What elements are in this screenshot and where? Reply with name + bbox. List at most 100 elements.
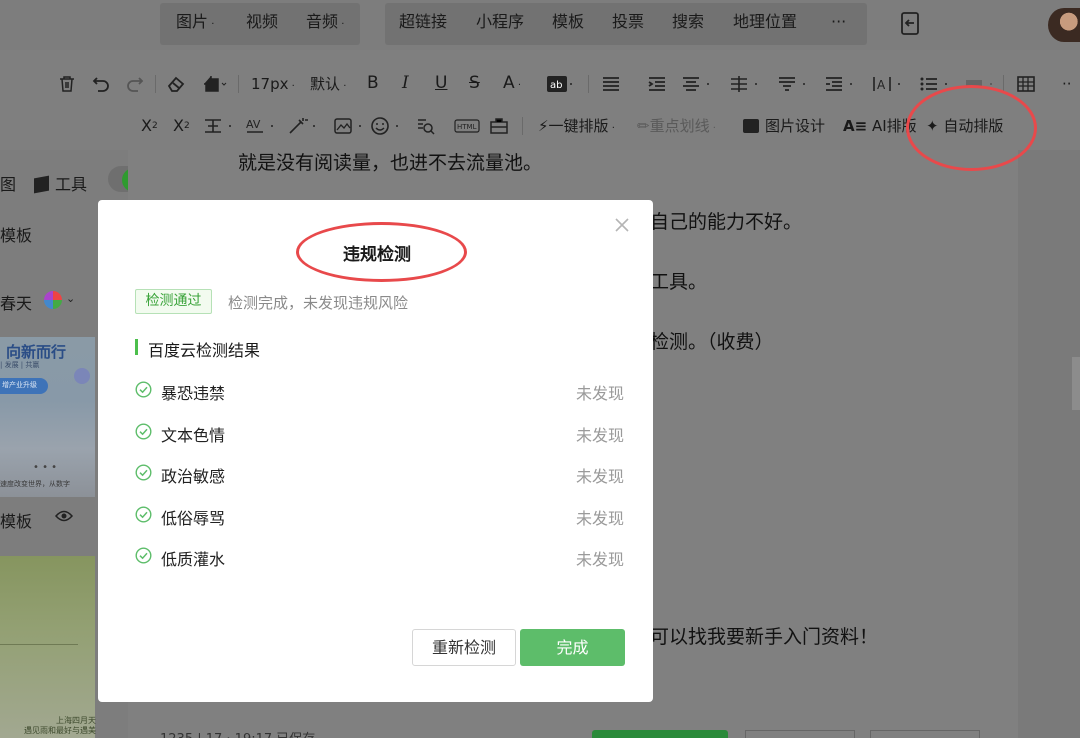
editor-paragraph[interactable]: 工具。 bbox=[650, 267, 707, 294]
redo-icon[interactable] bbox=[126, 75, 144, 93]
template-section-label: 模板 bbox=[0, 226, 33, 245]
insert-audio-menu[interactable]: 音频 · bbox=[306, 13, 344, 34]
font-family-select[interactable]: 默认 · bbox=[310, 75, 346, 96]
svg-text:A: A bbox=[877, 78, 886, 92]
check-item-label: 低俗辱骂 bbox=[161, 509, 226, 528]
bold-icon[interactable]: B bbox=[367, 74, 379, 92]
insert-search-menu[interactable]: 搜索 bbox=[672, 13, 704, 31]
image-design-button[interactable]: 图片设计 bbox=[743, 117, 825, 135]
preview-button[interactable] bbox=[870, 730, 980, 738]
publish-button[interactable] bbox=[592, 730, 728, 738]
paragraph-format-icon[interactable] bbox=[203, 117, 235, 135]
emoji-icon[interactable] bbox=[370, 117, 402, 135]
tools-tab[interactable]: 工具 bbox=[34, 171, 87, 195]
check-circle-icon bbox=[135, 506, 152, 523]
check-item-label: 政治敏感 bbox=[161, 467, 226, 486]
close-icon[interactable] bbox=[613, 216, 631, 234]
thumbnail-pill-text: 增产业升级 bbox=[2, 381, 37, 389]
preview-eye-icon[interactable] bbox=[54, 508, 74, 527]
right-sidebar bbox=[1018, 150, 1080, 738]
more-tools-button[interactable]: ·· bbox=[1062, 75, 1072, 93]
strikethrough-icon[interactable]: S bbox=[469, 74, 480, 92]
check-circle-icon bbox=[135, 547, 152, 564]
font-color-icon[interactable]: A · bbox=[503, 74, 521, 95]
letter-spacing-av-icon[interactable]: AV bbox=[245, 117, 277, 135]
table-icon[interactable] bbox=[1016, 75, 1036, 93]
html-icon[interactable]: HTML bbox=[454, 117, 480, 135]
check-item-result: 未发现 bbox=[576, 384, 625, 403]
editor-paragraph[interactable]: 检测。（收费） bbox=[650, 327, 774, 354]
done-button[interactable]: 完成 bbox=[520, 629, 625, 666]
thumbnail-subtitle: | 发展 | 共赢 bbox=[0, 361, 40, 369]
check-passed-badge: 检测通过 bbox=[135, 289, 212, 314]
eraser-icon[interactable] bbox=[166, 75, 186, 93]
template-card-label: 模板 bbox=[0, 512, 33, 531]
thumbnail-orb bbox=[74, 368, 90, 384]
underline-icon[interactable]: U bbox=[435, 74, 447, 92]
insert-hyperlink-menu[interactable]: 超链接 bbox=[399, 13, 447, 31]
subscript-icon[interactable]: X2 bbox=[173, 117, 190, 135]
check-item-label: 暴恐违禁 bbox=[161, 384, 226, 403]
right-collapse-tab[interactable] bbox=[1072, 357, 1080, 410]
insert-miniprogram-menu[interactable]: 小程序 bbox=[476, 13, 524, 31]
superscript-icon[interactable]: X2 bbox=[141, 117, 158, 135]
recheck-button[interactable]: 重新检测 bbox=[412, 629, 516, 666]
italic-icon[interactable]: I bbox=[402, 74, 409, 92]
thumbnail-2-caption: 上海四月天 遇见雨和最好与遇美 bbox=[24, 716, 96, 735]
letter-spacing-icon[interactable]: A bbox=[872, 75, 904, 93]
user-avatar[interactable] bbox=[1048, 8, 1080, 42]
check-circle-icon bbox=[135, 381, 152, 398]
editor-paragraph[interactable]: 可以找我要新手入门资料！ bbox=[650, 622, 878, 649]
undo-icon[interactable] bbox=[92, 75, 110, 93]
word-count-status: 1235 | 17 · 19:17 已保存 bbox=[160, 728, 315, 738]
paragraph-spacing-icon[interactable] bbox=[777, 75, 809, 93]
thumbnail-title: 向新而行 bbox=[6, 343, 67, 361]
dialog-title: 违规检测 bbox=[343, 245, 411, 265]
template-thumbnail-2[interactable] bbox=[0, 556, 95, 738]
chevron-down-icon[interactable]: ⌄ bbox=[66, 292, 75, 305]
editor-paragraph[interactable]: 自己的能力不好。 bbox=[650, 207, 802, 234]
highlight-icon[interactable]: ab bbox=[547, 75, 575, 93]
insert-image-menu[interactable]: 图片 · bbox=[176, 13, 214, 34]
left-tab-partial[interactable]: 图 bbox=[0, 171, 16, 195]
save-button[interactable] bbox=[745, 730, 855, 738]
format-painter-icon[interactable] bbox=[202, 75, 228, 93]
font-size-select[interactable]: 17px · bbox=[251, 75, 295, 96]
find-replace-icon[interactable] bbox=[416, 117, 436, 135]
check-item-result: 未发现 bbox=[576, 426, 625, 445]
check-item-result: 未发现 bbox=[576, 550, 625, 569]
insert-location-menu[interactable]: 地理位置 bbox=[733, 13, 797, 31]
align-justify-icon[interactable] bbox=[601, 75, 621, 93]
trash-icon[interactable] bbox=[58, 75, 76, 93]
section-title: 百度云检测结果 bbox=[148, 341, 261, 360]
thumbnail-divider bbox=[0, 644, 78, 645]
insert-template-menu[interactable]: 模板 bbox=[552, 13, 584, 31]
toolbox-icon[interactable] bbox=[489, 117, 509, 135]
editor-paragraph[interactable]: 就是没有阅读量，也进不去流量池。 bbox=[238, 148, 542, 175]
check-item-result: 未发现 bbox=[576, 509, 625, 528]
svg-text:HTML: HTML bbox=[457, 123, 477, 131]
indent-spacing-icon[interactable] bbox=[824, 75, 856, 93]
check-item-result: 未发现 bbox=[576, 467, 625, 486]
indent-icon[interactable] bbox=[647, 75, 667, 93]
one-click-layout-button[interactable]: ⚡一键排版 · bbox=[538, 117, 615, 138]
color-wheel-icon[interactable] bbox=[44, 291, 62, 309]
spring-theme-label[interactable]: 春天 bbox=[0, 290, 32, 314]
document-switch-icon[interactable] bbox=[900, 12, 922, 36]
check-circle-icon bbox=[135, 464, 152, 481]
line-height-icon[interactable] bbox=[729, 75, 761, 93]
check-status-message: 检测完成，未发现违规风险 bbox=[228, 294, 409, 312]
cube-icon bbox=[34, 175, 49, 194]
svg-text:AV: AV bbox=[246, 118, 261, 131]
section-accent-bar bbox=[135, 339, 138, 355]
check-item-label: 低质灌水 bbox=[161, 550, 226, 569]
align-center-icon[interactable] bbox=[681, 75, 713, 93]
image-edit-icon[interactable] bbox=[333, 117, 365, 135]
magic-wand-icon[interactable] bbox=[287, 117, 319, 135]
annotation-circle bbox=[906, 85, 1037, 171]
insert-video-menu[interactable]: 视频 bbox=[246, 13, 278, 31]
key-underline-button[interactable]: ✏重点划线 · bbox=[637, 117, 716, 138]
more-insert-button[interactable]: ··· bbox=[831, 13, 846, 31]
svg-text:ab: ab bbox=[550, 80, 562, 91]
insert-vote-menu[interactable]: 投票 bbox=[612, 13, 644, 31]
